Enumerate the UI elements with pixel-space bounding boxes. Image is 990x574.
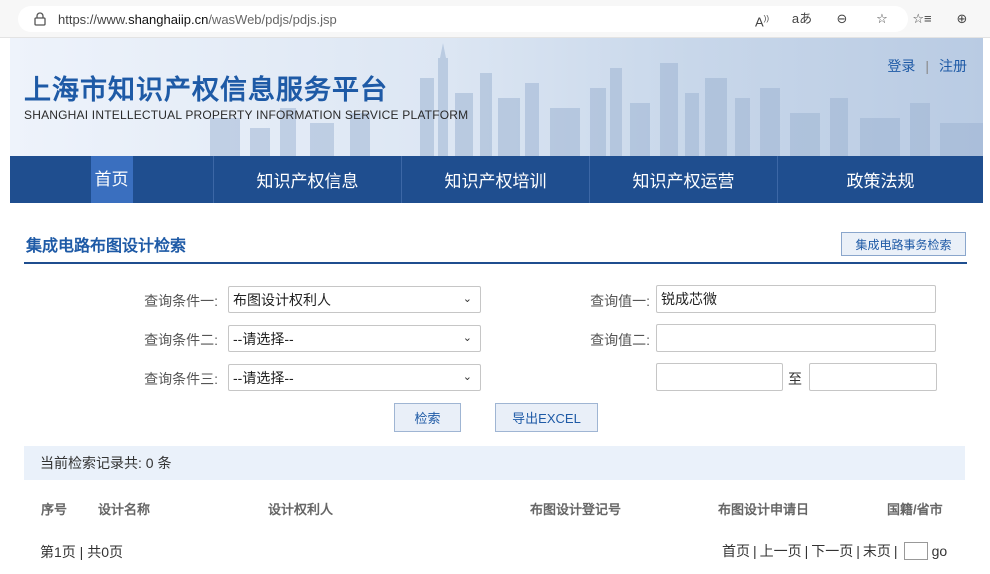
section-divider <box>24 262 967 264</box>
col-header-region: 国籍/省市 <box>887 502 943 517</box>
range-end-input[interactable] <box>809 363 937 391</box>
val1-value: 锐成芯微 <box>661 291 717 307</box>
go-button[interactable]: go <box>932 543 948 559</box>
chevron-down-icon: ⌄ <box>462 332 472 344</box>
cond2-label: 查询条件二: <box>144 332 218 348</box>
cond1-value: 布图设计权利人 <box>233 291 331 308</box>
chevron-down-icon: ⌄ <box>462 293 472 305</box>
col-header-right-holder: 设计权利人 <box>268 502 334 517</box>
collections-icon[interactable]: ⊕ <box>942 8 982 33</box>
range-start-input[interactable] <box>656 363 783 391</box>
page-title: 集成电路布图设计检索 <box>26 238 187 255</box>
cond1-label: 查询条件一: <box>144 293 218 309</box>
site-banner: 上海市知识产权信息服务平台 SHANGHAI INTELLECTUAL PROP… <box>10 38 983 156</box>
auth-links: 登录 | 注册 <box>887 56 967 76</box>
lock-icon[interactable] <box>34 12 46 26</box>
cond2-select[interactable]: --请选择-- ⌄ <box>228 325 481 352</box>
col-header-app-date: 布图设计申请日 <box>718 502 810 517</box>
nav-item-home[interactable]: 首页 <box>10 156 214 203</box>
url-path: /wasWeb/pdjs/pdjs.jsp <box>208 11 337 27</box>
login-link[interactable]: 登录 <box>887 58 915 74</box>
val1-label: 查询值一: <box>590 293 650 309</box>
nav-home-label: 首页 <box>90 156 133 203</box>
site-title: 上海市知识产权信息服务平台 <box>24 75 388 105</box>
cond3-value: --请选择-- <box>233 369 294 386</box>
page-info: 第1页 | 共0页 <box>40 544 123 560</box>
site-subtitle: SHANGHAI INTELLECTUAL PROPERTY INFORMATI… <box>24 108 469 122</box>
cond3-select[interactable]: --请选择-- ⌄ <box>228 364 481 391</box>
col-header-reg-no: 布图设计登记号 <box>530 502 622 517</box>
val1-input[interactable]: 锐成芯微 <box>656 285 936 313</box>
nav-item-ip-operation[interactable]: 知识产权运营 <box>590 156 778 203</box>
cond2-value: --请选择-- <box>233 330 294 347</box>
prev-page-link[interactable]: 上一页 <box>760 541 802 561</box>
val2-label: 查询值二: <box>590 332 650 348</box>
favorite-icon[interactable]: ☆ <box>862 8 902 33</box>
zoom-icon[interactable]: ⊖ <box>822 8 862 33</box>
pager-separator: | <box>856 543 860 559</box>
read-aloud-icon[interactable]: A)) <box>742 8 782 33</box>
translate-icon[interactable]: aあ <box>782 8 822 33</box>
ic-affairs-search-button[interactable]: 集成电路事务检索 <box>841 232 966 256</box>
cond3-label: 查询条件三: <box>144 371 218 387</box>
next-page-link[interactable]: 下一页 <box>811 541 853 561</box>
pager-separator: | <box>804 543 809 559</box>
col-header-index: 序号 <box>41 502 68 517</box>
register-link[interactable]: 注册 <box>939 58 967 74</box>
col-header-design-name: 设计名称 <box>98 502 151 517</box>
page-number-input[interactable] <box>903 542 928 560</box>
cond1-select[interactable]: 布图设计权利人 ⌄ <box>228 286 481 313</box>
main-nav: 首页 知识产权信息 知识产权培训 知识产权运营 政策法规 <box>10 156 983 203</box>
browser-actions: A)) aあ ⊖ ☆ ☆≡ ⊕ <box>742 8 982 33</box>
range-to-label: 至 <box>788 371 802 387</box>
pagination: 首页 | 上一页 | 下一页 | 末页 | go <box>722 541 947 561</box>
nav-item-policy[interactable]: 政策法规 <box>778 156 983 203</box>
first-page-link[interactable]: 首页 <box>722 541 750 561</box>
result-count: 当前检索记录共: 0 条 <box>24 446 965 480</box>
url-domain: shanghaiip.cn <box>128 11 209 27</box>
url-prefix: https://www. <box>58 11 129 27</box>
export-excel-button[interactable]: 导出EXCEL <box>495 403 598 432</box>
nav-item-ip-training[interactable]: 知识产权培训 <box>402 156 590 203</box>
search-button[interactable]: 检索 <box>394 403 461 432</box>
favorites-icon[interactable]: ☆≡ <box>902 8 942 33</box>
chevron-down-icon: ⌄ <box>462 371 472 383</box>
auth-separator: | <box>925 58 929 74</box>
nav-item-ip-info[interactable]: 知识产权信息 <box>214 156 402 203</box>
pager-separator: | <box>893 543 898 559</box>
pager-separator: | <box>753 543 757 559</box>
val2-input[interactable] <box>656 324 936 352</box>
last-page-link[interactable]: 末页 <box>863 541 891 561</box>
browser-toolbar: https://www. shanghaiip.cn/wasWeb/pdjs/pd… <box>0 0 990 38</box>
